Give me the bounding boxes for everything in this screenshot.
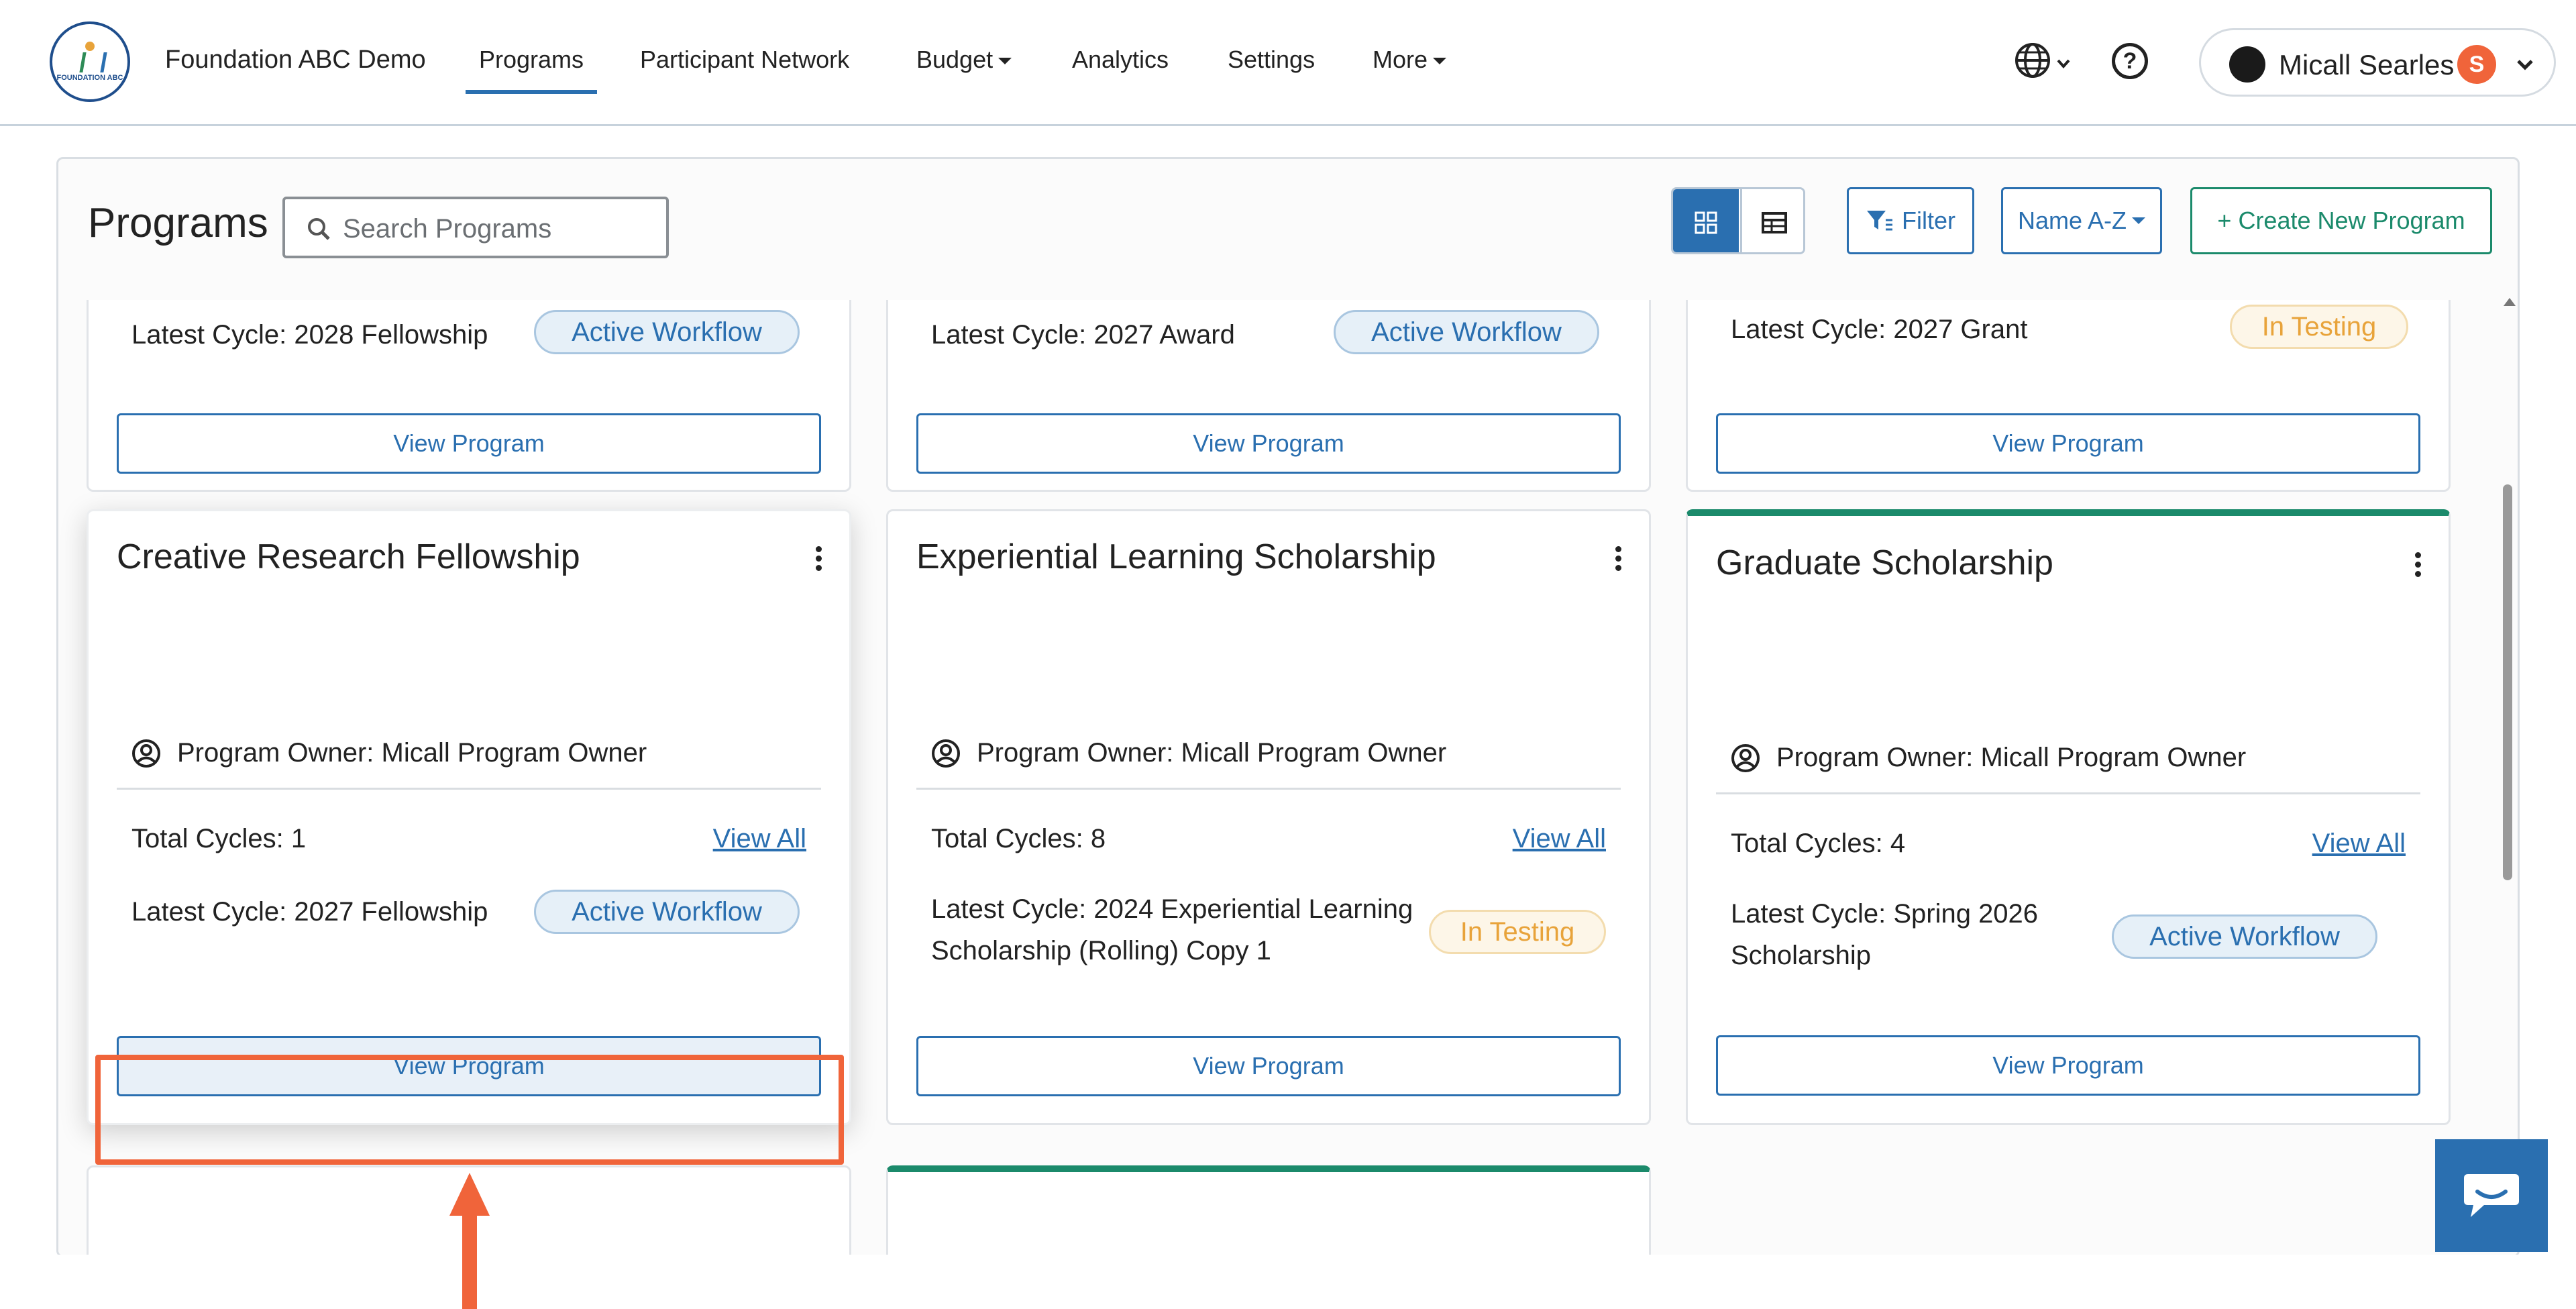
chat-button[interactable] (2435, 1139, 2548, 1252)
caret-down-icon (2132, 217, 2146, 224)
user-circle-icon (132, 739, 160, 768)
page-footer-area (0, 1255, 2576, 1309)
program-card: Latest Cycle: 2027 Award Active Workflow… (886, 300, 1651, 492)
annotation-arrow-shaft (462, 1214, 477, 1309)
total-cycles: Total Cycles: 1 (131, 824, 307, 853)
view-program-button[interactable]: View Program (1716, 413, 2420, 474)
latest-cycle: Latest Cycle: Spring 2026 Scholarship (1731, 899, 2039, 970)
divider (916, 788, 1621, 790)
program-title: Creative Research Fellowship (117, 537, 580, 576)
program-title: Graduate Scholarship (1716, 543, 2053, 582)
table-view-button[interactable] (1740, 189, 1803, 252)
search-input[interactable] (343, 209, 658, 249)
nav-budget-label: Budget (916, 46, 994, 73)
program-card: Latest Cycle: 2027 Grant In Testing View… (1686, 300, 2451, 492)
grid-icon (1695, 211, 1717, 234)
sort-dropdown[interactable]: Name A-Z (2001, 187, 2162, 254)
avatar (2229, 46, 2265, 83)
program-card-grid: Latest Cycle: 2028 Fellowship Active Wor… (58, 300, 2493, 1255)
more-options-icon[interactable] (814, 546, 822, 573)
caret-down-icon (1433, 58, 1447, 65)
status-badge: In Testing (2230, 305, 2408, 349)
create-new-program-button[interactable]: + Create New Program (2190, 187, 2492, 254)
nav-settings[interactable]: Settings (1228, 46, 1315, 74)
programs-panel: Programs Search Programs Filter Name A-Z… (56, 157, 2520, 1257)
user-status-badge: S (2457, 45, 2496, 84)
view-program-button[interactable]: View Program (117, 1036, 821, 1096)
latest-cycle: Latest Cycle: 2027 Grant (1731, 315, 2028, 344)
annotation-arrow-icon (449, 1173, 490, 1216)
user-circle-icon (1731, 743, 1760, 772)
search-box[interactable] (282, 197, 669, 258)
owner-label: Program Owner: Micall Program Owner (977, 738, 1447, 768)
search-icon (308, 218, 330, 240)
user-circle-icon (932, 739, 960, 768)
nav-more[interactable]: More (1373, 46, 1447, 74)
program-owner: Program Owner: Micall Program Owner (131, 738, 647, 768)
view-program-button[interactable]: View Program (117, 413, 821, 474)
nav-budget[interactable]: Budget (916, 46, 1012, 74)
view-toggle (1671, 187, 1805, 254)
nav-analytics[interactable]: Analytics (1072, 46, 1169, 74)
program-card-experiential-learning: Experiential Learning Scholarship Progra… (886, 509, 1651, 1125)
logo-figure-icon (78, 42, 101, 74)
status-badge: Active Workflow (2112, 914, 2377, 959)
view-program-button[interactable]: View Program (1716, 1035, 2420, 1096)
user-menu[interactable]: Micall Searles S (2199, 28, 2556, 97)
foundation-logo[interactable]: FOUNDATION ABC (50, 21, 130, 102)
view-program-button[interactable]: View Program (916, 413, 1621, 474)
program-title: Experiential Learning Scholarship (916, 537, 1436, 576)
page-title: Programs (88, 200, 268, 246)
logo-text: FOUNDATION ABC (56, 74, 123, 82)
status-badge: Active Workflow (534, 310, 800, 354)
filter-icon (1867, 211, 1892, 231)
view-program-button[interactable]: View Program (916, 1036, 1621, 1096)
filter-label: Filter (1902, 207, 1955, 234)
latest-cycle: Latest Cycle: 2024 Experiential Learning… (931, 894, 1413, 965)
status-badge: Active Workflow (534, 890, 800, 934)
view-all-link[interactable]: View All (1513, 824, 1606, 854)
program-card (886, 1165, 1651, 1255)
program-card-creative-research: Creative Research Fellowship Program Own… (87, 509, 851, 1125)
chevron-down-icon (2517, 60, 2533, 70)
view-all-link[interactable]: View All (2312, 829, 2406, 859)
nav-participant-network[interactable]: Participant Network (640, 46, 849, 74)
globe-icon[interactable] (2014, 42, 2051, 79)
more-options-icon[interactable] (2414, 552, 2422, 579)
program-owner: Program Owner: Micall Program Owner (931, 738, 1446, 768)
top-navbar: FOUNDATION ABC Foundation ABC Demo Progr… (0, 0, 2576, 126)
owner-label: Program Owner: Micall Program Owner (177, 738, 647, 768)
scroll-up-arrow-icon[interactable] (2504, 298, 2516, 306)
program-owner: Program Owner: Micall Program Owner (1731, 743, 2246, 773)
language-chevron-icon[interactable] (2057, 59, 2070, 68)
help-icon[interactable]: ? (2112, 43, 2148, 79)
owner-label: Program Owner: Micall Program Owner (1776, 743, 2247, 772)
divider (1716, 792, 2420, 794)
divider (117, 788, 821, 790)
sort-label: Name A-Z (2017, 207, 2127, 234)
scrollbar-thumb[interactable] (2503, 484, 2512, 880)
total-cycles: Total Cycles: 4 (1731, 829, 1906, 858)
more-options-icon[interactable] (1614, 546, 1622, 573)
grid-view-button[interactable] (1673, 189, 1739, 252)
table-icon (1761, 212, 1787, 233)
user-name: Micall Searles (2279, 49, 2455, 81)
chat-bubble-icon (2464, 1174, 2519, 1217)
view-all-link[interactable]: View All (713, 824, 806, 854)
status-badge: In Testing (1429, 910, 1606, 954)
nav-more-label: More (1373, 46, 1428, 73)
status-badge: Active Workflow (1334, 310, 1599, 354)
nav-programs[interactable]: Programs (465, 46, 598, 94)
filter-button[interactable]: Filter (1847, 187, 1974, 254)
program-card: Latest Cycle: 2028 Fellowship Active Wor… (87, 300, 851, 492)
org-name: Foundation ABC Demo (165, 46, 426, 74)
program-card-graduate-scholarship: Graduate Scholarship Program Owner: Mica… (1686, 509, 2451, 1125)
caret-down-icon (998, 58, 1012, 65)
total-cycles: Total Cycles: 8 (931, 824, 1106, 853)
